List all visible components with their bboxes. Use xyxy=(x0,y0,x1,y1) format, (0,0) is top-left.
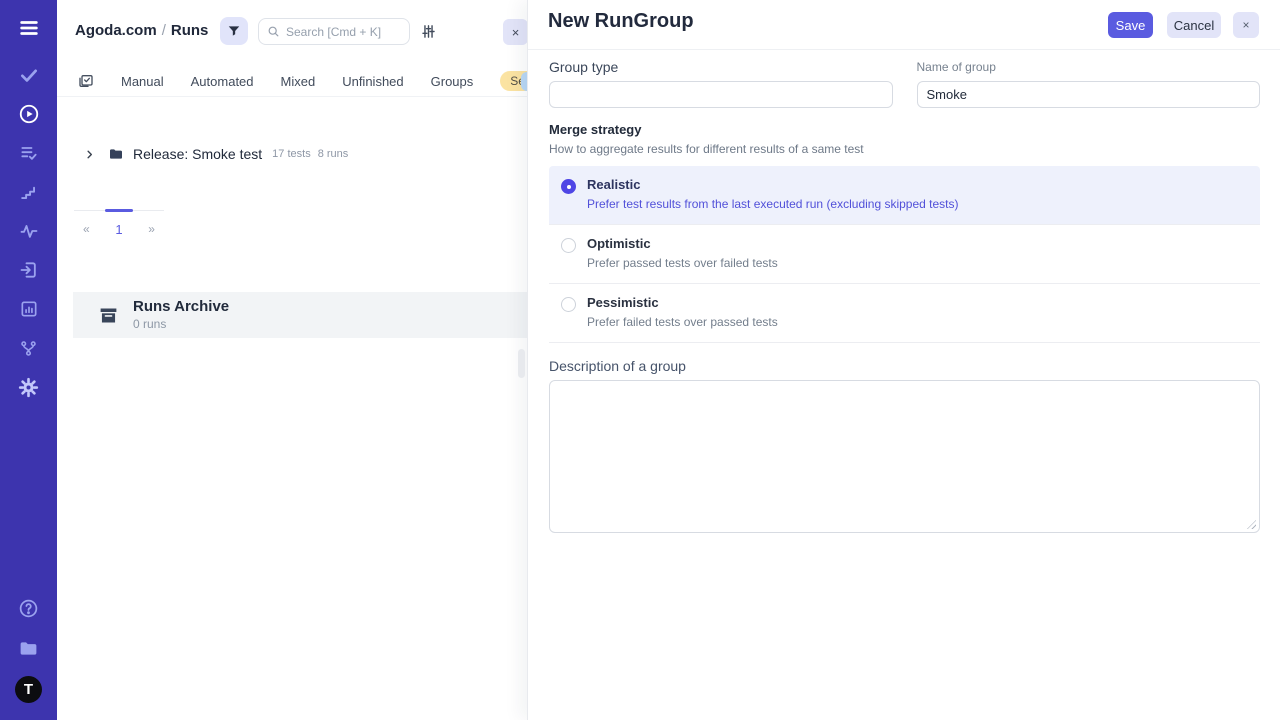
radio-realistic[interactable] xyxy=(561,179,576,194)
filter-tabs-row: Manual Automated Mixed Unfinished Groups… xyxy=(57,66,527,97)
sidebar-bottom-icons: T xyxy=(15,596,42,703)
search-input[interactable] xyxy=(286,25,401,39)
option-description: Prefer test results from the last execut… xyxy=(587,197,959,211)
pagination-prev[interactable]: « xyxy=(83,222,90,237)
bar-chart-icon[interactable] xyxy=(17,297,41,321)
new-rungroup-panel: New RunGroup Save Cancel × Group type Na… xyxy=(527,0,1280,720)
run-group-title[interactable]: Release: Smoke test xyxy=(133,146,262,162)
breadcrumb-separator: / xyxy=(157,22,171,39)
radio-pessimistic[interactable] xyxy=(561,297,576,312)
breadcrumb-project[interactable]: Agoda.com xyxy=(75,22,157,39)
close-filters-button[interactable]: × xyxy=(503,19,528,45)
description-label: Description of a group xyxy=(549,358,1260,374)
gear-icon[interactable] xyxy=(17,375,41,399)
adjustments-icon[interactable] xyxy=(420,23,437,40)
activity-icon[interactable] xyxy=(17,219,41,243)
tests-count: 17 tests xyxy=(272,148,311,160)
group-type-input[interactable] xyxy=(549,81,893,108)
description-textarea[interactable] xyxy=(549,380,1260,533)
main-sidebar: T xyxy=(0,0,57,720)
search-icon xyxy=(267,25,280,38)
stairs-icon[interactable] xyxy=(17,180,41,204)
panel-header: New RunGroup Save Cancel × xyxy=(528,0,1280,50)
breadcrumb-page[interactable]: Runs xyxy=(171,22,209,39)
sidebar-top-icons xyxy=(15,14,43,399)
name-of-group-label: Name of group xyxy=(917,60,1261,74)
page-title: New RunGroup xyxy=(548,10,694,33)
name-of-group-field: Name of group xyxy=(917,59,1261,108)
branch-icon[interactable] xyxy=(17,336,41,360)
filter-button[interactable] xyxy=(220,17,248,45)
merge-strategy-hint: How to aggregate results for different r… xyxy=(549,142,1260,156)
archive-title: Runs Archive xyxy=(133,299,229,315)
runs-archive-row[interactable]: Runs Archive 0 runs xyxy=(73,292,527,338)
runs-count: 8 runs xyxy=(318,148,349,160)
radio-optimistic[interactable] xyxy=(561,238,576,253)
tab-unfinished[interactable]: Unfinished xyxy=(342,74,403,89)
cancel-button[interactable]: Cancel xyxy=(1167,12,1221,38)
search-box xyxy=(258,18,410,45)
folder-icon[interactable] xyxy=(17,636,41,660)
funnel-icon xyxy=(227,24,241,38)
pagination-next[interactable]: » xyxy=(148,222,155,237)
list-check-icon[interactable] xyxy=(17,141,41,165)
folder-icon xyxy=(108,146,124,162)
login-icon[interactable] xyxy=(17,258,41,282)
header-buttons: Save Cancel × xyxy=(1108,12,1259,38)
select-all-icon[interactable] xyxy=(78,73,94,89)
merge-strategy-label: Merge strategy xyxy=(549,122,1260,137)
panel-resize-handle[interactable] xyxy=(518,349,525,378)
app-window: T Agoda.com/Runs × Manual Aut xyxy=(0,0,1280,720)
rungroup-form: Group type Name of group Merge strategy … xyxy=(549,50,1260,533)
option-realistic[interactable]: Realistic Prefer test results from the l… xyxy=(549,166,1260,225)
chevron-right-icon[interactable] xyxy=(84,149,95,160)
description-wrap xyxy=(549,380,1260,533)
option-title: Pessimistic xyxy=(587,295,778,310)
option-description: Prefer failed tests over passed tests xyxy=(587,315,778,329)
group-type-field: Group type xyxy=(549,59,893,108)
option-description: Prefer passed tests over failed tests xyxy=(587,256,778,270)
play-circle-icon[interactable] xyxy=(17,102,41,126)
breadcrumb: Agoda.com/Runs xyxy=(75,22,208,39)
option-title: Optimistic xyxy=(587,236,778,251)
archive-box-icon xyxy=(98,305,119,326)
tab-mixed[interactable]: Mixed xyxy=(281,74,316,89)
option-optimistic[interactable]: Optimistic Prefer passed tests over fail… xyxy=(549,225,1260,284)
archive-subtitle: 0 runs xyxy=(133,317,229,331)
name-of-group-input[interactable] xyxy=(917,81,1261,108)
close-panel-button[interactable]: × xyxy=(1233,12,1259,38)
active-page-indicator xyxy=(105,209,133,212)
run-group-row[interactable]: Release: Smoke test 17 tests 8 runs xyxy=(57,144,348,164)
menu-icon[interactable] xyxy=(15,14,43,42)
pagination: « 1 » xyxy=(74,210,164,237)
app-logo[interactable]: T xyxy=(15,676,42,703)
tab-manual[interactable]: Manual xyxy=(121,74,164,89)
pagination-page-1[interactable]: 1 xyxy=(115,222,122,237)
runs-list-panel: Agoda.com/Runs × Manual Automated Mixed … xyxy=(57,0,527,720)
check-icon[interactable] xyxy=(17,63,41,87)
save-button[interactable]: Save xyxy=(1108,12,1153,38)
option-pessimistic[interactable]: Pessimistic Prefer failed tests over pas… xyxy=(549,284,1260,343)
merge-strategy-options: Realistic Prefer test results from the l… xyxy=(549,166,1260,343)
tab-automated[interactable]: Automated xyxy=(191,74,254,89)
group-type-label: Group type xyxy=(549,59,893,75)
option-title: Realistic xyxy=(587,177,959,192)
tab-groups[interactable]: Groups xyxy=(431,74,474,89)
help-icon[interactable] xyxy=(17,596,41,620)
